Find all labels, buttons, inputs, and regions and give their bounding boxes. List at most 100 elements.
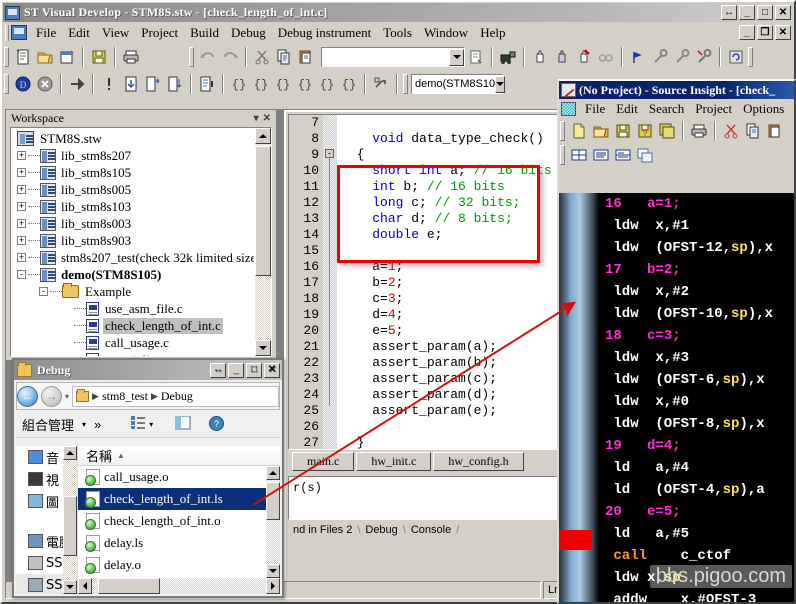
expand-toggle-icon[interactable]: + <box>17 151 26 160</box>
brace4-icon[interactable]: {} <box>294 73 316 95</box>
file-row[interactable]: check_length_of_int.ls <box>78 488 280 510</box>
file-row[interactable]: call_usage.o <box>78 466 280 488</box>
file-row[interactable]: check_length_of_int.o <box>78 510 280 532</box>
print-icon[interactable] <box>688 120 710 142</box>
workspace-close-icon[interactable]: ✕ <box>263 113 271 124</box>
forward-button[interactable]: → <box>41 385 62 407</box>
output-tab[interactable]: Debug <box>360 524 402 536</box>
hscroll-right-button[interactable] <box>266 578 280 594</box>
nav-scroll-up-button[interactable] <box>63 446 77 460</box>
mdi-minimize-button[interactable]: _ <box>739 25 755 40</box>
file-list-hscrollbar[interactable] <box>78 578 280 594</box>
save-all-icon[interactable] <box>656 120 678 142</box>
fold-toggle-icon[interactable]: - <box>325 149 334 158</box>
save-as-icon[interactable]: ? <box>634 120 656 142</box>
paste-icon[interactable] <box>764 120 786 142</box>
si-menu-project[interactable]: Project <box>690 100 737 118</box>
tree-row-root[interactable]: STM8S.stw <box>13 130 254 147</box>
window-horizontal-icon[interactable] <box>590 144 612 166</box>
new-file-icon[interactable] <box>568 120 590 142</box>
save-icon[interactable] <box>612 120 634 142</box>
workspace-tree[interactable]: STM8S.stw + lib_stm8s207 + lib_stm8s105 + lib_… <box>10 127 272 357</box>
tile-windows-icon[interactable] <box>568 144 590 166</box>
toolbar-grip-3[interactable] <box>748 47 753 67</box>
tree-row[interactable]: check_length_of_int.c <box>13 317 254 334</box>
tree-row[interactable]: + lib_stm8s005 <box>13 181 254 198</box>
copy-icon[interactable] <box>742 120 764 142</box>
glasses-icon[interactable] <box>595 46 617 68</box>
output-tab[interactable]: Console <box>406 524 456 536</box>
source-insight-code-pane[interactable]: 16 a=1; ldw x,#1 ldw (OFST-12,sp),x 17 b=… <box>559 193 794 602</box>
build-icon[interactable] <box>497 46 519 68</box>
find-combo[interactable] <box>321 47 465 67</box>
output-tab[interactable]: nd in Files 2 <box>288 524 357 536</box>
workspace-tree-scrollbar[interactable] <box>255 128 271 356</box>
brace6-icon[interactable]: {} <box>338 73 360 95</box>
help-icon[interactable]: ? <box>209 415 225 434</box>
tree-row[interactable]: + lib_stm8s207 <box>13 147 254 164</box>
mdi-restore-button[interactable]: ❐ <box>757 25 773 40</box>
si-menu-edit[interactable]: Edit <box>611 100 643 118</box>
restore-size-button[interactable]: ↔ <box>721 5 737 20</box>
open-folder-icon[interactable] <box>34 46 56 68</box>
recent-pages-chevron-icon[interactable]: ▾ <box>65 392 69 401</box>
hscroll-left-button[interactable] <box>78 578 92 594</box>
mdi-close-button[interactable]: ✕ <box>775 25 791 40</box>
expand-toggle-icon[interactable]: + <box>17 219 26 228</box>
assembly-listing[interactable]: 16 a=1; ldw x,#1 ldw (OFST-12,sp),x 17 b=… <box>599 193 794 602</box>
menu-project[interactable]: Project <box>135 24 184 42</box>
breadcrumb-item-0[interactable]: stm8_test <box>102 389 148 404</box>
organize-chevron-icon[interactable]: ▾ <box>82 420 86 429</box>
organize-button[interactable]: 組合管理 <box>22 415 74 434</box>
toolbar-grip-2[interactable] <box>189 47 194 67</box>
tree-scroll-down-button[interactable] <box>255 340 271 356</box>
menubar-grip[interactable] <box>5 24 9 41</box>
minimize-button[interactable]: _ <box>739 5 755 20</box>
find-icon[interactable] <box>465 46 487 68</box>
tree-row[interactable]: use_asm_file.c <box>13 300 254 317</box>
brace5-icon[interactable]: {} <box>316 73 338 95</box>
break-icon[interactable] <box>98 73 120 95</box>
print-icon[interactable] <box>120 46 142 68</box>
editor-tab-hw_config-h[interactable]: hw_config.h <box>433 452 524 471</box>
cut-icon[interactable] <box>251 46 273 68</box>
brace2-icon[interactable]: {} <box>250 73 272 95</box>
brace3-icon[interactable]: {} <box>272 73 294 95</box>
tree-row[interactable]: + lib_stm8s103 <box>13 198 254 215</box>
si-menu-view[interactable]: View <box>790 100 794 118</box>
project-target-combo[interactable]: demo(STM8S10 <box>411 74 506 94</box>
menu-window[interactable]: Window <box>418 24 474 42</box>
breadcrumb-item-1[interactable]: Debug <box>161 389 193 404</box>
collapse-toggle-icon[interactable]: - <box>17 270 26 279</box>
run-icon[interactable] <box>66 73 88 95</box>
address-breadcrumb[interactable]: ▶ stm8_test ▶ Debug <box>72 385 279 407</box>
menu-view[interactable]: View <box>96 24 135 42</box>
wrench3-icon[interactable] <box>693 46 715 68</box>
hand-icon[interactable] <box>529 46 551 68</box>
fold-margin[interactable]: - <box>323 115 337 449</box>
file-scroll-down-button[interactable] <box>266 564 280 578</box>
collapse-toggle-icon[interactable]: - <box>39 287 48 296</box>
explorer-file-list[interactable]: 名稱 ▲ call_usage.o check_length_of_int.ls c… <box>78 446 280 594</box>
back-button[interactable]: ← <box>17 385 38 407</box>
nav-tree-scrollbar[interactable] <box>63 446 77 594</box>
hand-stop-icon[interactable] <box>551 46 573 68</box>
step-over-icon[interactable] <box>142 73 164 95</box>
file-scroll-thumb[interactable] <box>266 482 280 520</box>
tree-row[interactable]: - demo(STM8S105) <box>13 266 254 283</box>
paste-icon[interactable] <box>295 46 317 68</box>
explorer-close-button[interactable]: ✕ <box>264 362 280 378</box>
find-combo-arrow-icon[interactable] <box>449 48 464 66</box>
tree-row[interactable]: call_usage.c <box>13 334 254 351</box>
tree-row[interactable]: + stm8s207_test(check 32k limited size) <box>13 249 254 266</box>
expand-toggle-icon[interactable]: + <box>17 202 26 211</box>
cut-icon[interactable] <box>720 120 742 142</box>
si-menu-search[interactable]: Search <box>644 100 689 118</box>
expand-toggle-icon[interactable]: + <box>17 253 26 262</box>
explorer-restore-size-button[interactable]: ↔ <box>210 362 226 378</box>
file-list-scrollbar[interactable] <box>266 466 280 578</box>
nav-scroll-down-button[interactable] <box>63 580 77 594</box>
copy-icon[interactable] <box>273 46 295 68</box>
menu-file[interactable]: File <box>30 24 62 42</box>
si-menu-options[interactable]: Options <box>738 100 789 118</box>
